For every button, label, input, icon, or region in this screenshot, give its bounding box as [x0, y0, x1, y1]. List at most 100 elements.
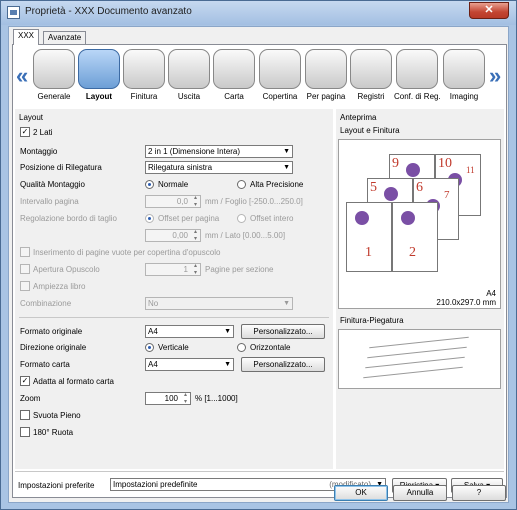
- toolbar-next-arrow[interactable]: »: [489, 63, 501, 89]
- per-page-icon: [305, 49, 347, 89]
- offset-intero-label: Offset intero: [250, 214, 294, 223]
- ampiezza-label: Ampiezza libro: [33, 282, 86, 291]
- rilegatura-select[interactable]: Rilegatura sinistra ▼: [145, 161, 293, 174]
- rilegatura-label: Posizione di Rilegatura: [20, 163, 102, 172]
- page-number: 5: [370, 180, 377, 195]
- ok-button[interactable]: OK: [334, 485, 388, 501]
- normale-radio[interactable]: [145, 180, 154, 189]
- chevron-down-icon: ▼: [283, 164, 290, 171]
- output-icon: [168, 49, 210, 89]
- combinazione-select[interactable]: No ▼: [145, 297, 293, 310]
- svuota-checkbox[interactable]: [20, 410, 30, 420]
- tool-generale[interactable]: Generale: [31, 49, 77, 105]
- inserimento-label: Inserimento di pagine vuote per copertin…: [33, 248, 221, 257]
- preview-page: 1: [346, 202, 392, 272]
- fold-line: [365, 356, 465, 369]
- apertura-label: Apertura Opuscolo: [33, 265, 100, 274]
- page-number: 2: [409, 245, 416, 260]
- fold-line: [369, 336, 469, 349]
- personalizzato-carta-button[interactable]: Personalizzato...: [241, 357, 325, 372]
- dialog-client: XXX Avanzate « Generale Layout Finitura …: [8, 26, 509, 503]
- folding-label: Finitura-Piegatura: [340, 316, 404, 325]
- formato-originale-select[interactable]: A4 ▼: [145, 325, 234, 338]
- rilegatura-value: Rilegatura sinistra: [148, 163, 213, 172]
- paper-dims-label: 210.0x297.0 mm: [436, 298, 496, 307]
- printer-icon: [7, 6, 20, 19]
- page-number: 9: [392, 156, 399, 171]
- due-lati-checkbox[interactable]: ✓: [20, 127, 30, 137]
- tool-label: Per pagina: [306, 92, 346, 101]
- divider: [19, 317, 329, 318]
- combinazione-label: Combinazione: [20, 299, 72, 308]
- tab-avanzate[interactable]: Avanzate: [43, 31, 87, 45]
- formato-carta-value: A4: [148, 360, 158, 369]
- tool-layout[interactable]: Layout: [76, 49, 122, 105]
- regolazione-spinner[interactable]: 0,00: [145, 228, 201, 242]
- layout-icon: [78, 49, 120, 89]
- adatta-checkbox[interactable]: ✓: [20, 376, 30, 386]
- formato-carta-select[interactable]: A4 ▼: [145, 358, 234, 371]
- favorites-value: Impostazioni predefinite: [113, 480, 198, 489]
- apertura-checkbox[interactable]: [20, 264, 30, 274]
- montaggio-select[interactable]: 2 in 1 (Dimensione Intera) ▼: [145, 145, 293, 158]
- formato-carta-label: Formato carta: [20, 360, 70, 369]
- ruota-checkbox[interactable]: [20, 427, 30, 437]
- chevron-down-icon: ▼: [224, 361, 231, 368]
- page-number: 6: [416, 180, 423, 195]
- preview-page: 2: [392, 202, 438, 272]
- svuota-label: Svuota Pieno: [33, 411, 81, 420]
- settings-panel: Layout ✓ 2 Lati Montaggio 2 in 1 (Dimens…: [15, 109, 333, 469]
- ruota-label: 180° Ruota: [33, 428, 74, 437]
- paper-size-label: A4: [486, 289, 496, 298]
- tool-carta[interactable]: Carta: [211, 49, 257, 105]
- alta-precisione-radio[interactable]: [237, 180, 246, 189]
- inserimento-checkbox[interactable]: [20, 247, 30, 257]
- intervallo-unit: mm / Foglio [-250.0...250.0]: [205, 197, 303, 206]
- fold-line: [363, 366, 463, 379]
- tabs-icon: [350, 49, 392, 89]
- tool-per-pagina[interactable]: Per pagina: [303, 49, 349, 105]
- section-layout-label: Layout: [19, 113, 44, 122]
- tool-label: Finitura: [130, 92, 158, 101]
- ampiezza-checkbox[interactable]: [20, 281, 30, 291]
- tool-label: Uscita: [177, 92, 201, 101]
- orizzontale-radio[interactable]: [237, 343, 246, 352]
- tool-conf-reg[interactable]: Conf. di Reg.: [394, 49, 441, 105]
- cover-icon: [259, 49, 301, 89]
- zoom-spinner[interactable]: 100: [145, 391, 191, 405]
- verticale-radio[interactable]: [145, 343, 154, 352]
- tool-imaging[interactable]: Imaging: [441, 49, 487, 105]
- combinazione-value: No: [148, 299, 159, 308]
- apertura-unit: Pagine per sezione: [205, 265, 274, 274]
- zoom-label: Zoom: [20, 394, 41, 403]
- offset-intero-radio[interactable]: [237, 214, 246, 223]
- help-button[interactable]: ?: [452, 485, 506, 501]
- toolbar-prev-arrow[interactable]: «: [16, 63, 28, 89]
- regolazione-unit: mm / Lato [0.00...5.00]: [205, 231, 286, 240]
- divider: [15, 471, 504, 472]
- tool-label: Generale: [37, 92, 71, 101]
- qualita-label: Qualità Montaggio: [20, 180, 85, 189]
- flower-icon: [401, 211, 415, 225]
- cancel-button[interactable]: Annulla: [393, 485, 447, 501]
- tool-registri[interactable]: Registri: [348, 49, 394, 105]
- tab-page: « Generale Layout Finitura Uscita Carta …: [12, 44, 507, 498]
- tool-finitura[interactable]: Finitura: [121, 49, 167, 105]
- page-number: 10: [438, 156, 452, 171]
- close-button[interactable]: ✕: [469, 2, 509, 19]
- tool-uscita[interactable]: Uscita: [166, 49, 212, 105]
- flower-icon: [355, 211, 369, 225]
- tool-copertina[interactable]: Copertina: [257, 49, 303, 105]
- normale-label: Normale: [158, 180, 189, 189]
- tab-xxx[interactable]: XXX: [13, 29, 40, 45]
- chevron-down-icon: ▼: [224, 328, 231, 335]
- offset-pagina-radio[interactable]: [145, 214, 154, 223]
- paper-icon: [213, 49, 255, 89]
- preview-subtitle: Layout e Finitura: [340, 126, 400, 135]
- apertura-spinner[interactable]: 1: [145, 262, 201, 276]
- personalizzato-originale-button[interactable]: Personalizzato...: [241, 324, 325, 339]
- formato-originale-label: Formato originale: [20, 327, 83, 336]
- intervallo-spinner[interactable]: 0,0: [145, 194, 201, 208]
- adatta-label: Adatta al formato carta: [33, 377, 114, 386]
- preview-panel: Anteprima Layout e Finitura 9 10 11 5 6 7 …: [336, 109, 504, 469]
